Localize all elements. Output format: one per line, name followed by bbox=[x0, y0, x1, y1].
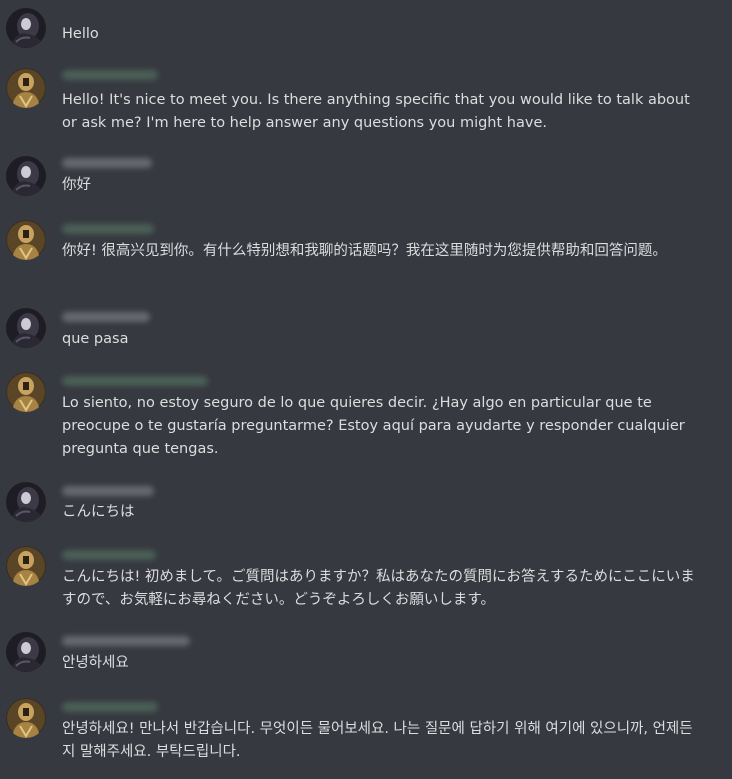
message-text: 안녕하세요 bbox=[62, 655, 129, 671]
user-username-blurred bbox=[62, 636, 190, 646]
bot-avatar-icon[interactable] bbox=[6, 68, 46, 108]
bot-username-blurred bbox=[62, 702, 158, 712]
user-avatar-icon[interactable] bbox=[6, 632, 46, 672]
user-username-blurred bbox=[62, 486, 154, 496]
bot-avatar-icon[interactable] bbox=[6, 372, 46, 412]
message-text: 你好 bbox=[62, 177, 91, 193]
user-username-blurred bbox=[62, 158, 152, 168]
user-avatar-icon[interactable] bbox=[6, 308, 46, 348]
message-text: Hello bbox=[62, 26, 99, 42]
user-avatar-icon[interactable] bbox=[6, 8, 46, 48]
bot-username-blurred bbox=[62, 550, 156, 560]
bot-username-blurred bbox=[62, 70, 158, 80]
bot-username-blurred bbox=[62, 224, 154, 234]
message-text: Lo siento, no estoy seguro de lo que qui… bbox=[62, 395, 685, 457]
message-text: こんにちは bbox=[62, 504, 135, 520]
message-text: Hello! It's nice to meet you. Is there a… bbox=[62, 92, 690, 131]
bot-username-blurred bbox=[62, 376, 208, 386]
user-avatar-icon[interactable] bbox=[6, 482, 46, 522]
user-avatar-icon[interactable] bbox=[6, 156, 46, 196]
user-username-blurred bbox=[62, 312, 150, 322]
message-text: 안녕하세요! 만나서 반갑습니다. 무엇이든 물어보세요. 나는 질문에 답하기… bbox=[62, 721, 693, 760]
bot-avatar-icon[interactable] bbox=[6, 698, 46, 738]
bot-avatar-icon[interactable] bbox=[6, 220, 46, 260]
message-text: que pasa bbox=[62, 331, 129, 347]
bot-avatar-icon[interactable] bbox=[6, 546, 46, 586]
message-text: こんにちは! 初めまして。ご質問はありますか？私はあなたの質問にお答えするために… bbox=[62, 569, 695, 608]
chat-message-list: Hello Hello! It's nice to meet you. Is t… bbox=[0, 0, 732, 779]
message-text: 你好! 很高兴见到你。有什么特别想和我聊的话题吗？我在这里随时为您提供帮助和回答… bbox=[62, 243, 667, 259]
